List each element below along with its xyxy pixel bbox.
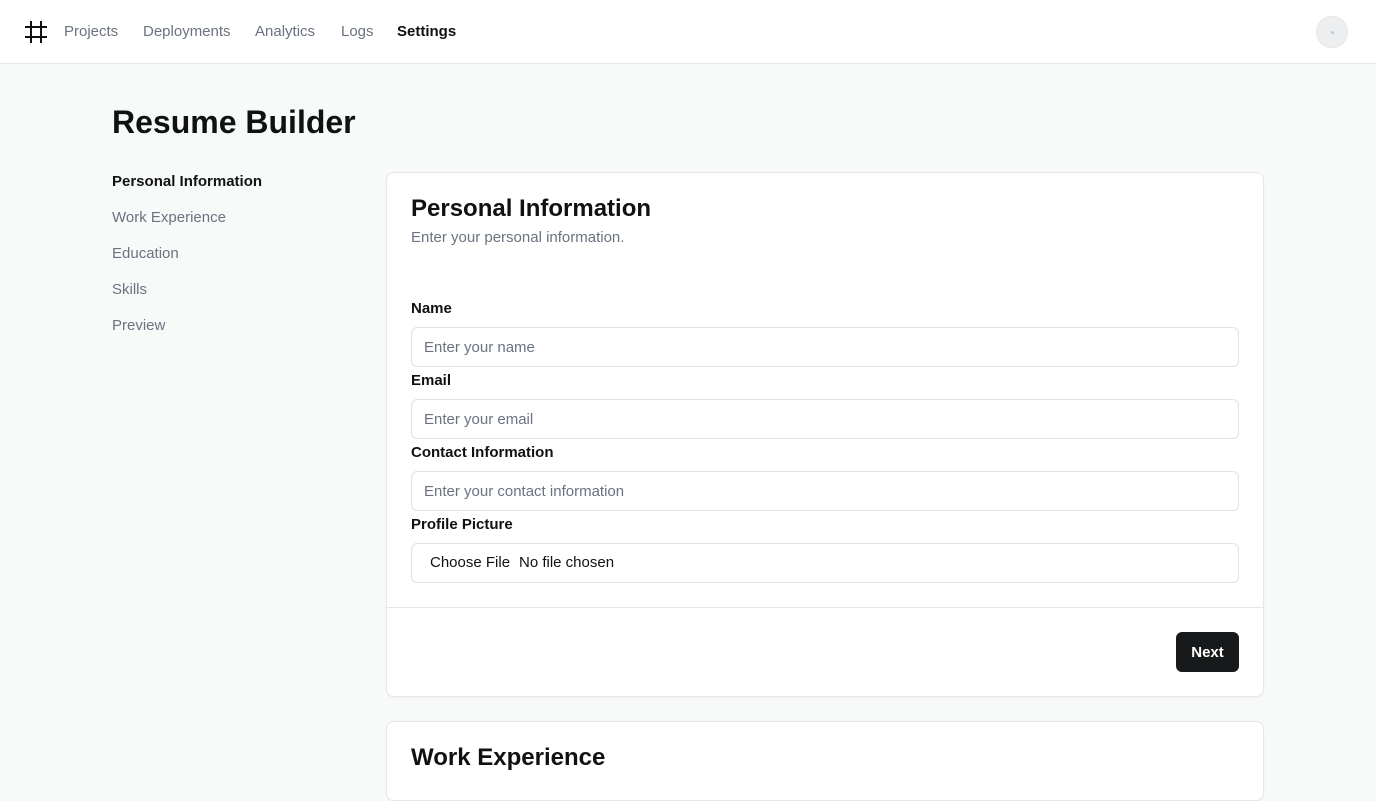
- avatar-placeholder-dot: [1331, 31, 1334, 34]
- choose-file-button[interactable]: Choose File: [430, 554, 510, 572]
- name-input[interactable]: [411, 327, 1239, 367]
- name-label: Name: [411, 300, 452, 317]
- avatar-icon[interactable]: [1316, 16, 1348, 48]
- nav-link-deployments[interactable]: Deployments: [143, 22, 231, 42]
- personal-information-card: Personal Information Enter your personal…: [386, 172, 1264, 697]
- email-input[interactable]: [411, 399, 1239, 439]
- work-experience-card: Work Experience: [386, 721, 1264, 801]
- card-description: Enter your personal information.: [411, 229, 625, 246]
- email-label: Email: [411, 372, 452, 389]
- nav-link-analytics[interactable]: Analytics: [255, 22, 315, 42]
- card-title: Work Experience: [411, 744, 606, 771]
- sidebar-item-preview[interactable]: Preview: [112, 316, 165, 336]
- nav-link-settings[interactable]: Settings: [397, 22, 456, 42]
- profile-picture-label: Profile Picture: [411, 516, 513, 533]
- file-status-text: No file chosen: [519, 554, 615, 571]
- next-button[interactable]: Next: [1176, 632, 1239, 672]
- page-title: Resume Builder: [112, 104, 356, 140]
- sidebar-item-work-experience[interactable]: Work Experience: [112, 208, 226, 228]
- contact-information-label: Contact Information: [411, 444, 554, 461]
- profile-picture-file-input[interactable]: Choose File No file chosen: [411, 543, 1239, 583]
- card-footer-divider: [387, 607, 1263, 608]
- top-navbar: Projects Deployments Analytics Logs Sett…: [0, 0, 1376, 64]
- card-title: Personal Information: [411, 195, 652, 222]
- hash-icon[interactable]: [24, 20, 48, 44]
- contact-information-input[interactable]: [411, 471, 1239, 511]
- sidebar-item-personal-information[interactable]: Personal Information: [112, 172, 262, 192]
- nav-link-logs[interactable]: Logs: [341, 22, 374, 42]
- nav-link-projects[interactable]: Projects: [64, 22, 118, 42]
- sidebar-item-skills[interactable]: Skills: [112, 280, 147, 300]
- sidebar-item-education[interactable]: Education: [112, 244, 179, 264]
